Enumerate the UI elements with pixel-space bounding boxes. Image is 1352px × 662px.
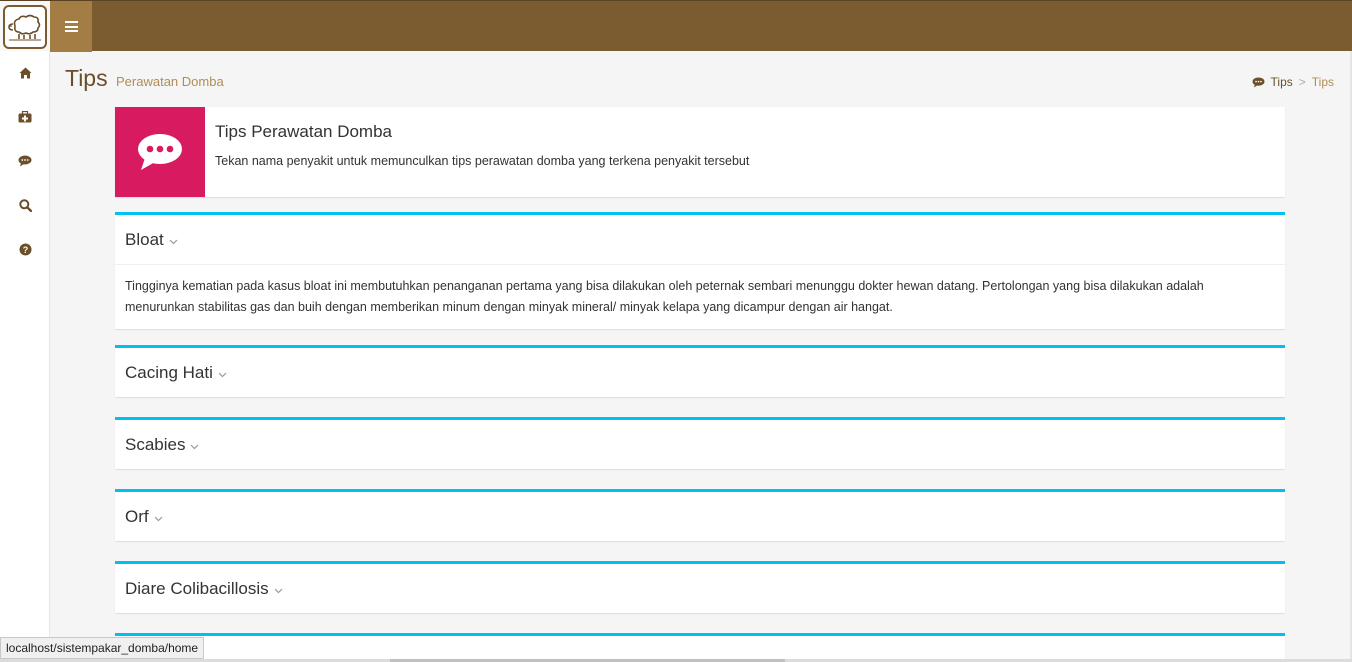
- hamburger-icon: [64, 21, 78, 32]
- breadcrumb-current: Tips: [1311, 75, 1334, 89]
- disease-toggle-bloat[interactable]: Bloat: [115, 215, 1285, 264]
- info-box-title: Tips Perawatan Domba: [215, 122, 393, 141]
- disease-name: Cacing Hati: [125, 362, 213, 382]
- info-box: Tips Perawatan Domba Tekan nama penyakit…: [115, 107, 1285, 197]
- info-box-text: Tekan nama penyakit untuk memunculkan ti…: [215, 154, 750, 168]
- disease-name: Bloat: [125, 229, 164, 249]
- disease-card-cacing-hati: Cacing Hati: [115, 345, 1285, 397]
- comment-icon: [18, 155, 32, 167]
- logo[interactable]: [0, 1, 50, 52]
- disease-card-orf: Orf: [115, 489, 1285, 541]
- breadcrumb-link-tips[interactable]: Tips: [1271, 75, 1293, 89]
- chevron-down-icon: [274, 588, 283, 594]
- sidebar-item-diagnosis[interactable]: [0, 95, 50, 139]
- disease-toggle-scabies[interactable]: Scabies: [115, 420, 1285, 469]
- sheep-logo-icon: [3, 4, 47, 49]
- chevron-down-icon: [190, 444, 199, 450]
- page-title: Tips: [65, 65, 108, 91]
- disease-card-scabies: Scabies: [115, 417, 1285, 469]
- disease-toggle-cacing-hati[interactable]: Cacing Hati: [115, 348, 1285, 397]
- chevron-down-icon: [154, 516, 163, 522]
- disease-name: Scabies: [125, 434, 186, 454]
- top-navbar: [0, 0, 1352, 52]
- sidebar-item-search[interactable]: [0, 183, 50, 227]
- home-icon: [19, 67, 31, 79]
- main-content: Tips Perawatan Domba Tips > Tips Tips Pe…: [50, 51, 1352, 662]
- disease-card-bloat: Bloat Tingginya kematian pada kasus bloa…: [115, 212, 1285, 329]
- disease-card-partial: [115, 633, 1285, 662]
- comment-icon: [1252, 76, 1264, 88]
- chevron-down-icon: [218, 372, 227, 378]
- browser-status-url: localhost/sistempakar_domba/home: [0, 637, 205, 659]
- page-subtitle: Perawatan Domba: [116, 74, 224, 89]
- disease-card-diare-colibacillosis: Diare Colibacillosis: [115, 561, 1285, 613]
- sidebar-item-home[interactable]: [0, 51, 50, 95]
- info-box-icon-area: [115, 107, 205, 197]
- question-circle-icon: ?: [19, 243, 31, 255]
- breadcrumb-separator: >: [1298, 75, 1306, 89]
- sidebar-item-help[interactable]: ?: [0, 227, 50, 271]
- search-icon: [18, 198, 32, 212]
- sidebar: ?: [0, 51, 50, 662]
- sidebar-toggle-button[interactable]: [50, 1, 92, 52]
- breadcrumb: Tips > Tips: [1252, 75, 1334, 89]
- sidebar-item-tips[interactable]: [0, 139, 50, 183]
- svg-text:?: ?: [22, 245, 28, 255]
- medkit-icon: [18, 111, 32, 123]
- disease-toggle-diare-colibacillosis[interactable]: Diare Colibacillosis: [115, 564, 1285, 613]
- disease-name: Diare Colibacillosis: [125, 578, 269, 598]
- disease-name: Orf: [125, 506, 149, 526]
- disease-toggle-orf[interactable]: Orf: [115, 492, 1285, 541]
- comments-icon: [138, 134, 182, 170]
- disease-tip-text: Tingginya kematian pada kasus bloat ini …: [115, 264, 1285, 329]
- chevron-down-icon: [169, 239, 178, 245]
